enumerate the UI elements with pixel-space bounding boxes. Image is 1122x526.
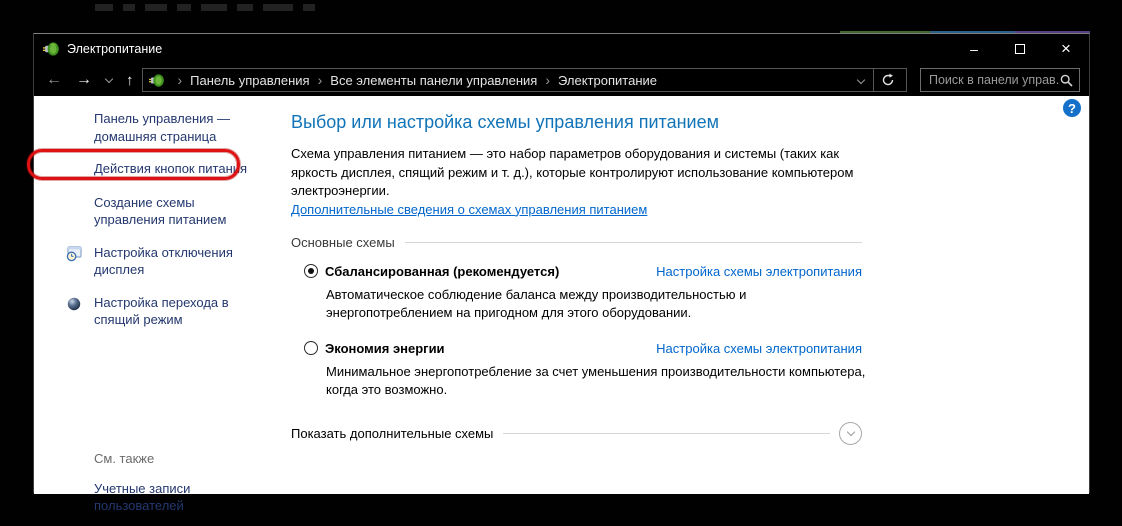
title-bar: Электропитание – ×: [34, 34, 1089, 64]
display-clock-icon: [66, 245, 82, 261]
forward-button[interactable]: →: [76, 71, 92, 89]
breadcrumb-all-items[interactable]: Все элементы панели управления: [330, 73, 537, 88]
up-button[interactable]: ↑: [126, 72, 134, 89]
sidebar-item-label: Действия кнопок питания: [94, 161, 248, 176]
content-area: Панель управления — домашняя страница Де…: [34, 96, 1089, 513]
show-additional-plans-row: Показать дополнительные схемы: [291, 421, 862, 445]
sidebar: Панель управления — домашняя страница Де…: [61, 110, 261, 526]
maximize-button[interactable]: [997, 34, 1043, 64]
sidebar-item-display-off-settings[interactable]: Настройка отключения дисплея: [61, 244, 261, 279]
section-label: Основные схемы: [291, 234, 395, 250]
show-additional-divider: [503, 432, 830, 434]
power-saver-plan-settings-link[interactable]: Настройка схемы электропитания: [656, 341, 862, 356]
section-divider: [404, 241, 862, 243]
balanced-radio-button[interactable]: [304, 264, 318, 278]
refresh-icon: [882, 73, 894, 86]
power-plan-balanced: Сбалансированная (рекомендуется) Настрой…: [304, 264, 862, 323]
sidebar-item-label: Настройка перехода в спящий режим: [94, 294, 229, 328]
breadcrumb-separator-icon: ›: [317, 72, 323, 88]
close-button[interactable]: ×: [1043, 34, 1089, 64]
plan-name: Сбалансированная (рекомендуется): [325, 263, 560, 279]
address-bar[interactable]: › Панель управления › Все элементы панел…: [141, 68, 907, 92]
sidebar-item-label: Создание схемы управления питанием: [94, 194, 227, 228]
navigation-bar: ← → ↑ › Панель управления › Все элементы…: [34, 64, 1089, 96]
breadcrumb-app-icon: [148, 73, 164, 87]
preferred-plans-section: Основные схемы: [291, 235, 862, 250]
sidebar-item-control-panel-home[interactable]: Панель управления — домашняя страница: [61, 110, 261, 145]
minimize-icon: –: [970, 41, 978, 57]
plan-name: Экономия энергии: [325, 340, 445, 356]
help-button[interactable]: ?: [1063, 99, 1081, 117]
power-options-window: Электропитание – × ← → ↑ › Панель управл…: [33, 33, 1090, 513]
page-title: Выбор или настройка схемы управления пит…: [291, 112, 719, 132]
breadcrumb-control-panel[interactable]: Панель управления: [190, 73, 309, 88]
sidebar-item-sleep-settings[interactable]: Настройка перехода в спящий режим: [61, 294, 261, 329]
minimize-button[interactable]: –: [951, 34, 997, 64]
chevron-down-icon: [846, 427, 855, 437]
plan-description: Автоматическое соблюдение баланса между …: [326, 286, 747, 321]
close-icon: ×: [1061, 39, 1071, 58]
help-icon: ?: [1068, 100, 1076, 116]
main-panel: Выбор или настройка схемы управления пит…: [291, 112, 865, 445]
sidebar-item-power-button-actions[interactable]: Действия кнопок питания: [61, 160, 261, 178]
sidebar-item-label: Учетные записи пользователей: [94, 480, 191, 514]
desktop-background: Электропитание – × ← → ↑ › Панель управл…: [0, 0, 1122, 526]
sidebar-item-user-accounts[interactable]: Учетные записи пользователей: [61, 480, 261, 515]
breadcrumb-separator-icon: ›: [545, 72, 550, 88]
search-placeholder: Поиск в панели управ...: [929, 73, 1060, 87]
page-description: Схема управления питанием — это набор па…: [291, 146, 854, 198]
breadcrumb-separator-icon: ›: [177, 72, 183, 88]
back-button[interactable]: ←: [46, 71, 62, 89]
power-options-app-icon: [43, 42, 59, 56]
see-also-heading: См. также: [94, 450, 155, 466]
expand-plans-button[interactable]: [839, 421, 862, 445]
address-history-dropdown-icon[interactable]: [856, 75, 866, 85]
refresh-button[interactable]: [874, 69, 902, 91]
balanced-plan-settings-link[interactable]: Настройка схемы электропитания: [656, 264, 862, 279]
sidebar-item-create-power-plan[interactable]: Создание схемы управления питанием: [61, 194, 261, 229]
recent-pages-dropdown-icon[interactable]: [104, 74, 114, 83]
sidebar-item-label: Настройка отключения дисплея: [94, 244, 233, 278]
sleep-orb-icon: [67, 297, 81, 310]
search-input[interactable]: Поиск в панели управ...: [920, 68, 1080, 92]
breadcrumb-power-options[interactable]: Электропитание: [558, 73, 657, 88]
window-title: Электропитание: [67, 42, 163, 56]
background-artifact-text: [95, 4, 315, 12]
more-info-link[interactable]: Дополнительные сведения о схемах управле…: [291, 202, 647, 217]
plan-description: Минимальное энергопотребление за счет ум…: [326, 363, 866, 398]
window-controls: – ×: [951, 34, 1089, 64]
sidebar-item-label: Панель управления — домашняя страница: [94, 111, 231, 144]
power-plan-power-saver: Экономия энергии Настройка схемы электро…: [304, 340, 865, 400]
maximize-icon: [1015, 44, 1025, 54]
power-saver-radio-button[interactable]: [304, 341, 318, 355]
search-icon: [1060, 74, 1073, 87]
show-additional-plans-label: Показать дополнительные схемы: [291, 425, 494, 441]
